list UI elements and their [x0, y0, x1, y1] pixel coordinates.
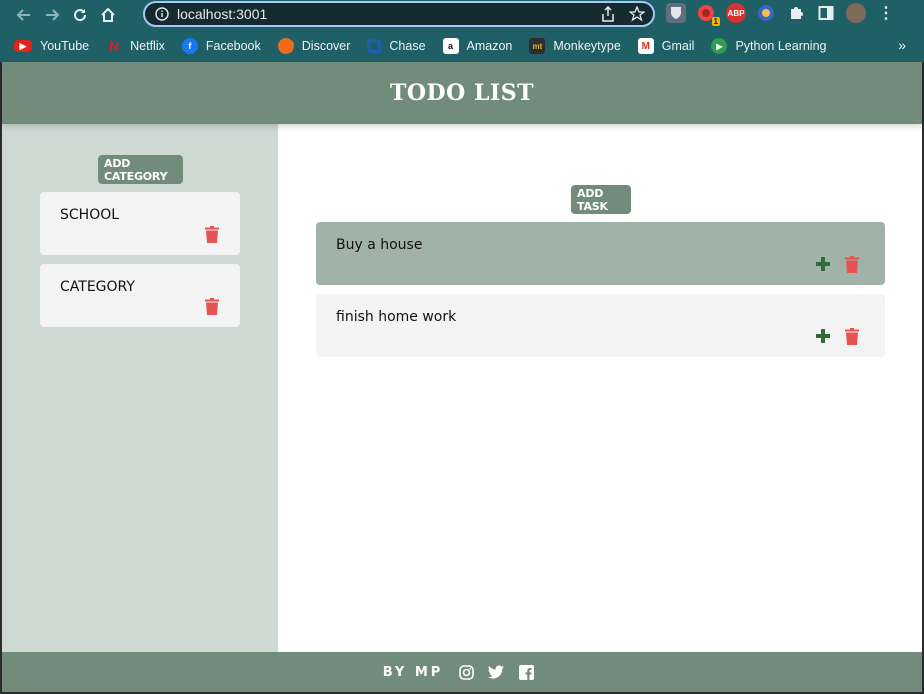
- bookmark-netflix[interactable]: N Netflix: [106, 38, 165, 54]
- netflix-icon: N: [109, 38, 120, 54]
- extension-badge-icon[interactable]: [756, 3, 776, 23]
- amazon-icon: a: [442, 38, 459, 54]
- bookmark-gmail[interactable]: M Gmail: [637, 38, 695, 54]
- back-arrow-icon: [16, 9, 30, 21]
- plus-icon[interactable]: [815, 256, 831, 272]
- instagram-icon[interactable]: [457, 663, 475, 681]
- abp-label: ABP: [727, 8, 745, 18]
- reload-icon: [74, 9, 87, 22]
- bookmark-chase[interactable]: Chase: [367, 39, 426, 53]
- facebook-square-icon[interactable]: [517, 663, 535, 681]
- bookmark-python-learning[interactable]: ▶ Python Learning: [711, 38, 827, 54]
- task-card[interactable]: Buy a house: [316, 222, 885, 285]
- forward-button[interactable]: [38, 1, 66, 29]
- task-card[interactable]: finish home work: [316, 294, 885, 357]
- bookmark-label: Chase: [389, 39, 426, 53]
- bookmark-label: Gmail: [661, 39, 695, 53]
- bookmark-youtube[interactable]: ▶ YouTube: [14, 39, 89, 53]
- app-header: TODO LIST: [2, 62, 922, 124]
- bookmarks-overflow-button[interactable]: »: [898, 37, 906, 53]
- bookmarks-bar: ▶ YouTube N Netflix f Facebook Discover …: [0, 30, 924, 62]
- bookmark-amazon[interactable]: a Amazon: [442, 38, 513, 54]
- back-button[interactable]: [10, 1, 38, 29]
- home-button[interactable]: [94, 1, 122, 29]
- chase-icon: [367, 39, 382, 53]
- bookmark-monkeytype[interactable]: mt Monkeytype: [529, 38, 621, 54]
- add-category-button[interactable]: ADD CATEGORY: [98, 155, 183, 184]
- task-label: Buy a house: [336, 237, 423, 253]
- bookmark-star-icon[interactable]: [629, 6, 645, 22]
- adblock-plus-icon[interactable]: ABP: [726, 3, 746, 23]
- trash-icon[interactable]: [845, 328, 859, 345]
- category-label: CATEGORY: [60, 279, 135, 295]
- browser-toolbar: localhost:3001 1 ABP ⋮: [0, 0, 924, 30]
- category-sidebar: ADD CATEGORY SCHOOL CATEGORY: [2, 124, 278, 652]
- bookmark-label: Netflix: [130, 39, 165, 53]
- recorder-extension-icon[interactable]: 1: [696, 3, 720, 26]
- category-card-category[interactable]: CATEGORY: [40, 264, 240, 327]
- forward-arrow-icon: [46, 9, 60, 21]
- url-text: localhost:3001: [177, 6, 268, 22]
- todo-app: TODO LIST ADD CATEGORY SCHOOL CATEGORY A…: [2, 62, 922, 692]
- puzzle-icon[interactable]: [786, 3, 806, 23]
- add-task-button[interactable]: ADD TASK: [571, 185, 631, 214]
- trash-icon[interactable]: [205, 226, 219, 243]
- discover-icon: [277, 38, 294, 54]
- trash-icon[interactable]: [205, 298, 219, 315]
- bookmark-label: YouTube: [40, 39, 90, 53]
- task-panel: ADD TASK Buy a house finish home work: [278, 124, 922, 652]
- category-card-school[interactable]: SCHOOL: [40, 192, 240, 255]
- page-title: TODO LIST: [390, 80, 534, 106]
- extension-badge: 1: [711, 17, 720, 26]
- python-learning-icon: ▶: [711, 38, 728, 54]
- reload-button[interactable]: [66, 1, 94, 29]
- twitter-icon[interactable]: [487, 663, 505, 681]
- bookmark-facebook[interactable]: f Facebook: [181, 38, 261, 54]
- extensions-bar: 1 ABP ⋮: [666, 3, 896, 26]
- sidebar-toggle-icon[interactable]: [816, 3, 836, 23]
- app-footer: BY MP: [2, 652, 922, 692]
- youtube-icon: ▶: [14, 40, 32, 52]
- trash-icon[interactable]: [845, 256, 859, 273]
- facebook-icon: f: [181, 38, 198, 54]
- bookmark-label: Facebook: [205, 39, 261, 53]
- bookmark-label: Monkeytype: [553, 39, 621, 53]
- monkeytype-icon: mt: [529, 38, 546, 54]
- category-label: SCHOOL: [60, 207, 120, 223]
- bookmark-label: Python Learning: [735, 39, 827, 53]
- address-bar[interactable]: localhost:3001: [143, 1, 655, 27]
- profile-avatar-icon[interactable]: [846, 3, 866, 23]
- share-icon[interactable]: [601, 6, 615, 22]
- home-icon: [101, 7, 115, 22]
- info-icon[interactable]: [155, 7, 169, 21]
- plus-icon[interactable]: [815, 328, 831, 344]
- task-label: finish home work: [336, 309, 457, 325]
- footer-credit: BY MP: [382, 664, 444, 680]
- bookmark-label: Discover: [301, 39, 351, 53]
- gmail-icon: M: [637, 38, 654, 54]
- more-menu-icon[interactable]: ⋮: [876, 3, 896, 23]
- bitwarden-icon[interactable]: [666, 3, 686, 23]
- bookmark-label: Amazon: [466, 39, 513, 53]
- bookmark-discover[interactable]: Discover: [277, 38, 351, 54]
